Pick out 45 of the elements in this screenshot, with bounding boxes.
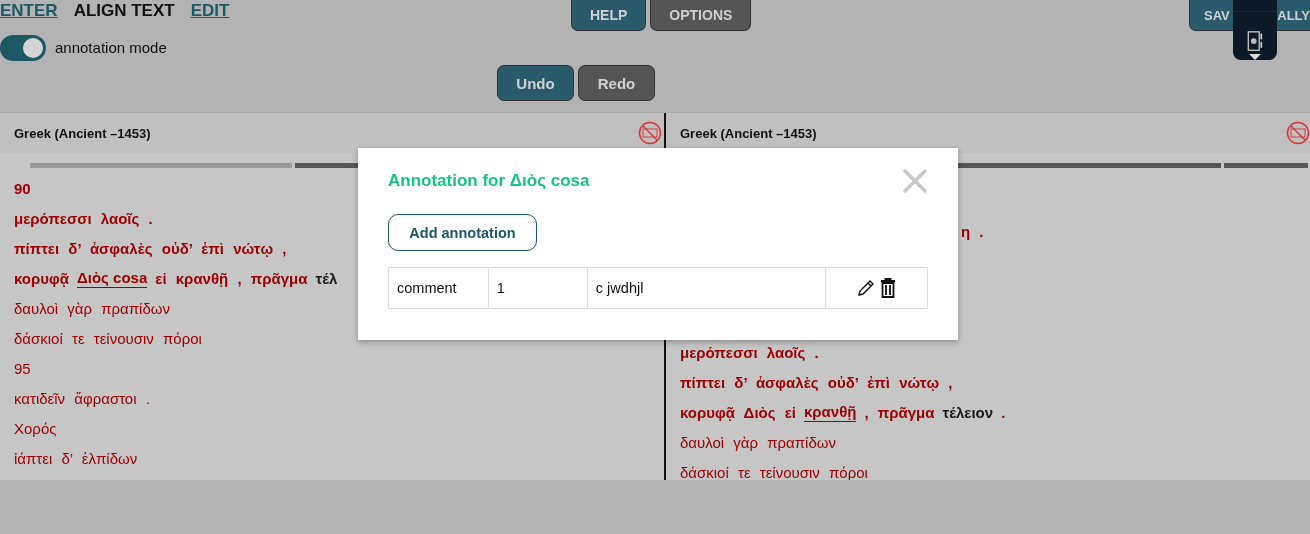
verse-text: κατιδεῖν ἄφραστοι . [14, 389, 150, 407]
redo-button[interactable]: Redo [578, 65, 655, 101]
keyboard-off-icon[interactable] [638, 121, 662, 145]
toolbar-button[interactable]: OPTIONS [650, 0, 752, 31]
verse-text: μερόπεσσι λαοῖς . [14, 209, 153, 227]
annotated-word[interactable]: Διὸς cosa [77, 268, 148, 288]
verse-text: 95 [14, 359, 31, 377]
verse-text: πίπτει δ’ ἀσφαλὲς οὐδ’ ἐπὶ νώτῳ , [680, 373, 953, 391]
toolbar-button[interactable]: HELP [571, 0, 647, 31]
undo-button[interactable]: Undo [497, 65, 574, 101]
language-label: Greek (Ancient –1453) [14, 125, 151, 141]
verse-text: μερόπεσσι λαοῖς . [680, 343, 819, 361]
verse-text: κορυφᾷ Διὸς εἰ [680, 403, 796, 421]
verse-text: πίπτει δ’ ἀσφαλὲς οὐδ’ ἐπὶ νώτῳ , [14, 239, 287, 257]
keyboard-off-icon[interactable] [1286, 121, 1310, 145]
table-cell: comment [388, 267, 489, 309]
trash-icon[interactable] [880, 278, 897, 298]
nav-tab[interactable]: ENTER [0, 1, 58, 21]
verse-text: δαυλοὶ γὰρ πραπίδων [680, 433, 836, 451]
verse-text: τέλειον [942, 403, 994, 421]
verse-text: , πρᾶγμα [864, 403, 935, 421]
nav-tab[interactable]: ALIGN TEXT [73, 1, 175, 21]
verse-text: . [1001, 403, 1006, 421]
verse-text: 90 [14, 179, 31, 197]
verse-text: η . [961, 222, 984, 240]
table-cell: c jwdhjl [587, 267, 826, 309]
floating-menu[interactable] [1233, 0, 1277, 60]
table-cell: 1 [488, 267, 588, 309]
toggle-label: annotation mode [55, 39, 167, 56]
add-annotation-button[interactable]: Add annotation [388, 214, 537, 251]
nav-tab[interactable]: EDIT [190, 1, 230, 21]
verse-text: δάσκιοί τε τείνουσιν πόροι [680, 463, 868, 480]
dialog-title: Annotation for Διὸς cosa [388, 171, 590, 191]
annotated-word[interactable]: κρανθῇ [803, 402, 857, 422]
verse-text: Χορός [14, 419, 57, 437]
verse-text: δάσκιοί τε τείνουσιν πόροι [14, 329, 202, 347]
safe-icon [1246, 31, 1264, 52]
verse-text: ἰάπτει δ’ ἐλπίδων [14, 449, 138, 467]
verse-text: κορυφᾷ [14, 269, 69, 287]
verse-text: τέλ [315, 269, 338, 287]
caret-icon [1248, 54, 1262, 60]
annotation-toggle[interactable] [0, 34, 46, 61]
language-label: Greek (Ancient –1453) [680, 125, 817, 141]
verse-text: εἰ κρανθῇ , πρᾶγμα [155, 269, 308, 287]
verse-text: δαυλοὶ γὰρ πραπίδων [14, 299, 170, 317]
